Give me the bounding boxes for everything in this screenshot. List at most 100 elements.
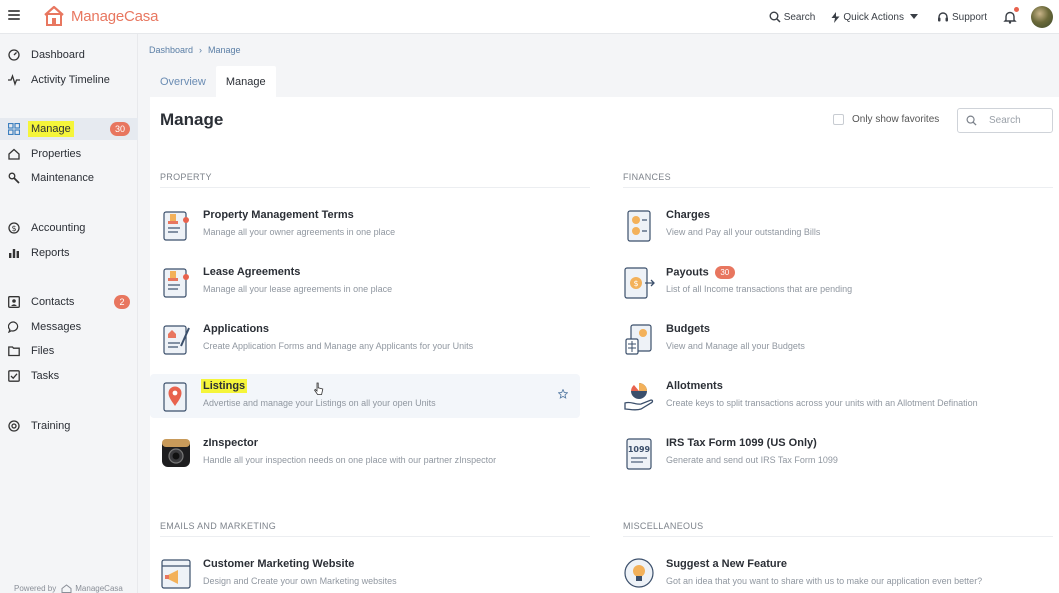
- tab-manage[interactable]: Manage: [215, 66, 276, 97]
- item-description: Generate and send out IRS Tax Form 1099: [666, 455, 838, 465]
- top-search-button[interactable]: Search: [769, 11, 815, 23]
- folder-icon: [8, 345, 20, 357]
- lightbulb-icon: [624, 558, 654, 588]
- item-applications[interactable]: Applications Create Application Forms an…: [150, 317, 580, 361]
- sidebar-item-properties[interactable]: Properties: [0, 143, 138, 165]
- item-charges[interactable]: Charges View and Pay all your outstandin…: [613, 203, 1043, 247]
- support-button[interactable]: Support: [937, 11, 987, 23]
- section-divider: [160, 536, 590, 537]
- top-bar: ManageCasa Search Quick Actions Support: [0, 0, 1059, 34]
- sidebar-item-files[interactable]: Files: [0, 340, 138, 362]
- favorites-checkbox[interactable]: [833, 114, 844, 125]
- sidebar-item-label: Accounting: [31, 222, 86, 234]
- calculator-icon: [625, 324, 652, 355]
- map-pin-icon: [163, 382, 187, 412]
- hamburger-menu-icon[interactable]: [8, 10, 20, 20]
- sidebar-item-messages[interactable]: Messages: [0, 316, 138, 338]
- item-payouts[interactable]: $ Payouts 30 List of all Income transacti…: [613, 260, 1043, 304]
- item-zinspector[interactable]: zInspector Handle all your inspection ne…: [150, 431, 580, 475]
- bolt-icon: [831, 11, 840, 23]
- item-description: Create keys to split transactions across…: [666, 398, 978, 408]
- sidebar-item-reports[interactable]: Reports: [0, 242, 138, 264]
- favorites-label: Only show favorites: [852, 114, 940, 125]
- sidebar-item-tasks[interactable]: Tasks: [0, 365, 138, 387]
- item-name: Property Management Terms: [203, 209, 354, 221]
- breadcrumb-dashboard[interactable]: Dashboard: [149, 45, 193, 55]
- logo-house-icon: [44, 5, 64, 26]
- section-finances: FINANCES: [623, 172, 671, 182]
- item-name: IRS Tax Form 1099 (US Only): [666, 437, 817, 449]
- avatar[interactable]: [1031, 6, 1053, 28]
- checkbox-icon: [8, 370, 20, 382]
- item-lease-agreements[interactable]: Lease Agreements Manage all your lease a…: [150, 260, 580, 304]
- sidebar-item-label: Dashboard: [31, 49, 85, 61]
- payouts-badge: 30: [714, 266, 735, 279]
- house-icon: [8, 148, 20, 160]
- logo[interactable]: ManageCasa: [42, 5, 158, 27]
- item-description: View and Manage all your Budgets: [666, 341, 805, 351]
- search-input[interactable]: [989, 115, 1041, 126]
- megaphone-browser-icon: [161, 559, 191, 589]
- sidebar-item-dashboard[interactable]: Dashboard: [0, 44, 138, 66]
- item-name: Charges: [666, 209, 711, 221]
- contact-card-icon: [8, 296, 20, 308]
- item-budgets[interactable]: Budgets View and Manage all your Budgets: [613, 317, 1043, 361]
- tab-overview[interactable]: Overview: [150, 66, 216, 97]
- sidebar-item-activity-timeline[interactable]: Activity Timeline: [0, 69, 138, 91]
- sidebar-item-manage[interactable]: Manage 30: [0, 118, 138, 140]
- powered-by-label: Powered by: [14, 584, 57, 593]
- item-name: Payouts: [666, 266, 709, 279]
- item-name: Customer Marketing Website: [203, 558, 355, 570]
- sidebar-item-maintenance[interactable]: Maintenance: [0, 167, 138, 189]
- item-description: List of all Income transactions that are…: [666, 284, 853, 294]
- page-title: Manage: [160, 110, 224, 129]
- sidebar-item-contacts[interactable]: Contacts 2: [0, 291, 138, 313]
- document-stamp-icon: [163, 268, 189, 298]
- sidebar-item-label: Manage: [28, 121, 74, 137]
- support-label: Support: [951, 11, 987, 23]
- search-box[interactable]: [957, 108, 1053, 133]
- logo-text-manage: Manage: [71, 7, 125, 25]
- chat-icon: [8, 321, 20, 333]
- item-suggest-new-feature[interactable]: Suggest a New Feature Got an idea that y…: [613, 552, 1043, 593]
- item-name: Listings: [201, 379, 248, 393]
- section-emails-marketing: EMAILS AND MARKETING: [160, 521, 277, 531]
- caret-down-icon: [909, 14, 918, 19]
- notification-dot: [1014, 7, 1019, 12]
- item-listings[interactable]: Listings Advertise and manage your Listi…: [150, 374, 580, 418]
- breadcrumb-manage[interactable]: Manage: [208, 45, 241, 55]
- breadcrumb: Dashboard › Manage: [149, 45, 241, 55]
- application-form-icon: [163, 325, 190, 355]
- item-name: Allotments: [666, 380, 723, 392]
- dollar-icon: $: [8, 222, 20, 234]
- quick-actions-button[interactable]: Quick Actions: [831, 11, 921, 23]
- sidebar: Dashboard Activity Timeline Manage 30 Pr…: [0, 34, 138, 593]
- sidebar-item-label: Messages: [31, 321, 82, 333]
- lifebuoy-icon: [8, 420, 20, 432]
- search-icon: [966, 115, 977, 126]
- headset-icon: [937, 12, 948, 22]
- section-miscellaneous: MISCELLANEOUS: [623, 521, 704, 531]
- item-allotments[interactable]: Allotments Create keys to split transact…: [613, 374, 1043, 418]
- notifications-button[interactable]: [1003, 7, 1019, 24]
- contacts-badge: 2: [114, 295, 130, 309]
- sidebar-item-training[interactable]: Training: [0, 415, 138, 437]
- item-property-management-terms[interactable]: Property Management Terms Manage all you…: [150, 203, 580, 247]
- section-property: PROPERTY: [160, 172, 212, 182]
- item-irs-tax-form-1099[interactable]: 1099 IRS Tax Form 1099 (US Only) Generat…: [613, 431, 1043, 475]
- section-divider: [623, 536, 1053, 537]
- favorite-star-icon[interactable]: [558, 389, 568, 399]
- hand-pie-chart-icon: [624, 383, 654, 411]
- item-description: Create Application Forms and Manage any …: [203, 341, 474, 351]
- item-description: Advertise and manage your Listings on al…: [203, 398, 436, 408]
- brand-house-icon: [61, 584, 72, 593]
- quick-actions-label: Quick Actions: [843, 11, 904, 23]
- sidebar-item-label: Tasks: [31, 370, 60, 382]
- sidebar-item-label: Reports: [31, 247, 70, 259]
- sidebar-item-accounting[interactable]: $ Accounting: [0, 217, 138, 239]
- sidebar-item-label: Maintenance: [31, 172, 94, 184]
- item-customer-marketing-website[interactable]: Customer Marketing Website Design and Cr…: [150, 552, 580, 593]
- favorites-toggle[interactable]: Only show favorites: [833, 114, 939, 125]
- logo-text-casa: Casa: [124, 7, 159, 25]
- payout-arrow-icon: $: [624, 267, 655, 299]
